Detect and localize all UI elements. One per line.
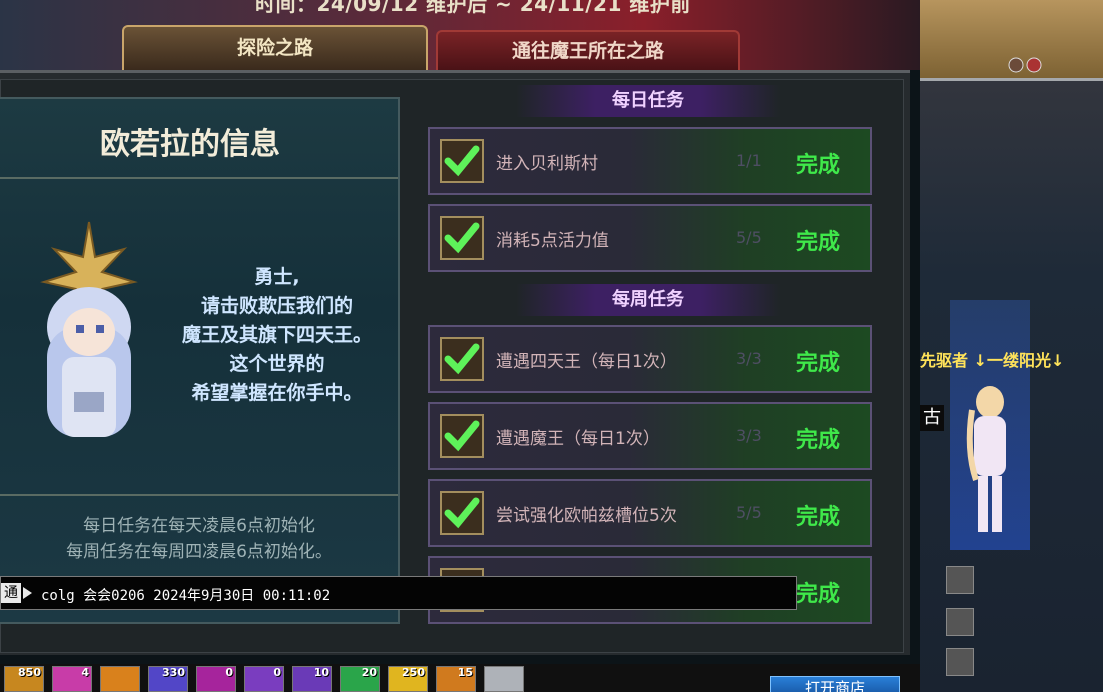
- daily-reset-note: 每日任务在每天凌晨6点初始化: [83, 516, 315, 536]
- skill-slot[interactable]: 250: [388, 666, 428, 692]
- skill-slot[interactable]: [100, 666, 140, 692]
- check-icon: [440, 139, 484, 183]
- divider: [0, 177, 398, 179]
- speech-line: 魔王及其旗下四天王。: [181, 324, 372, 346]
- chat-message-bar: 通 colg 会会0206 2024年9月30日 00:11:02: [0, 576, 797, 610]
- status-icons: [1008, 56, 1048, 74]
- tab-exploration-road[interactable]: 探险之路: [122, 25, 428, 70]
- quest-name: 尝试强化欧帕兹槽位5次: [496, 506, 677, 526]
- skill-count: 0: [273, 666, 281, 679]
- speech-line: 请击败欺压我们的: [200, 295, 353, 317]
- chat-message: colg 会会0206 2024年9月30日 00:11:02: [41, 588, 331, 604]
- quest-name: 遭遇魔王（每日1次）: [496, 429, 660, 449]
- skill-count: 850: [18, 666, 41, 679]
- open-shop-button[interactable]: 打开商店: [770, 676, 900, 692]
- quest-progress: 5/5: [736, 228, 762, 247]
- check-icon: [440, 337, 484, 381]
- speech-line: 勇士,: [254, 266, 300, 288]
- daily-quests-header: 每日任务: [516, 85, 780, 117]
- check-icon: [440, 216, 484, 260]
- quest-name: 遭遇四天王（每日1次）: [496, 352, 677, 372]
- arrow-right-icon: [23, 587, 32, 599]
- skill-count: 330: [162, 666, 185, 679]
- quest-name: 消耗5点活力值: [496, 231, 609, 251]
- skill-slot[interactable]: 0: [196, 666, 236, 692]
- event-date-range: 时间：24/09/12 维护后 ~ 24/11/21 维护前: [255, 0, 691, 16]
- quest-status: 完成: [796, 230, 841, 255]
- player-tag: 古: [920, 405, 944, 431]
- skill-count: 250: [402, 666, 425, 679]
- game-world-view: [920, 0, 1103, 692]
- quest-row[interactable]: 尝试强化欧帕兹槽位5次 5/5 完成: [428, 479, 872, 547]
- aurora-portrait: [40, 221, 138, 437]
- quest-status: 完成: [796, 582, 841, 607]
- skill-slot[interactable]: [484, 666, 524, 692]
- chat-channel-tag: 通: [1, 583, 21, 603]
- divider: [0, 494, 398, 496]
- quest-name: 进入贝利斯村: [496, 154, 598, 174]
- skill-slot[interactable]: 0: [244, 666, 284, 692]
- skill-count: 0: [225, 666, 233, 679]
- check-icon: [440, 414, 484, 458]
- quest-row[interactable]: 遭遇四天王（每日1次） 3/3 完成: [428, 325, 872, 393]
- weekly-quests-header: 每周任务: [516, 284, 780, 316]
- skill-count: 10: [313, 666, 329, 679]
- divider: [920, 78, 1103, 81]
- quest-progress: 3/3: [736, 426, 762, 445]
- skill-slot[interactable]: 10: [292, 666, 332, 692]
- skill-count: 20: [361, 666, 377, 679]
- player-name: 先驱者 ↓一缕阳光↓: [920, 351, 1065, 370]
- skill-slot[interactable]: 330: [148, 666, 188, 692]
- info-title: 欧若拉的信息: [100, 127, 280, 162]
- skill-slot[interactable]: 850: [4, 666, 44, 692]
- quest-progress: 1/1: [736, 151, 762, 170]
- quest-status: 完成: [796, 428, 841, 453]
- speech-line: 希望掌握在你手中。: [191, 382, 363, 404]
- aurora-speech: 勇士, 请击败欺压我们的 魔王及其旗下四天王。 这个世界的 希望掌握在你手中。: [162, 263, 392, 408]
- avatar[interactable]: [946, 648, 974, 676]
- weekly-reset-note: 每周任务在每周四凌晨6点初始化。: [66, 542, 332, 562]
- aurora-info-box: 欧若拉的信息 勇士, 请击败欺压我们的 魔王及其旗下四天王。 这个世界的 希望掌…: [0, 97, 400, 624]
- quest-status: 完成: [796, 505, 841, 530]
- skill-slot[interactable]: 20: [340, 666, 380, 692]
- player-character[interactable]: [962, 380, 1018, 540]
- quest-progress: 5/5: [736, 503, 762, 522]
- check-icon: [440, 491, 484, 535]
- quest-status: 完成: [796, 153, 841, 178]
- skill-slot[interactable]: 15: [436, 666, 476, 692]
- inventory-icon[interactable]: [946, 608, 974, 636]
- quest-row[interactable]: 遭遇魔王（每日1次） 3/3 完成: [428, 402, 872, 470]
- skill-count: 15: [457, 666, 473, 679]
- skill-slot[interactable]: 4: [52, 666, 92, 692]
- quest-progress: 3/3: [736, 349, 762, 368]
- speech-line: 这个世界的: [229, 353, 325, 375]
- quest-row[interactable]: 进入贝利斯村 1/1 完成: [428, 127, 872, 195]
- quest-row[interactable]: 消耗5点活力值 5/5 完成: [428, 204, 872, 272]
- sword-icon[interactable]: [946, 566, 974, 594]
- reset-notes: 每日任务在每天凌晨6点初始化 每周任务在每周四凌晨6点初始化。: [0, 513, 398, 565]
- quest-status: 完成: [796, 351, 841, 376]
- tab-road-to-demon-king[interactable]: 通往魔王所在之路: [436, 30, 740, 70]
- skill-count: 4: [81, 666, 89, 679]
